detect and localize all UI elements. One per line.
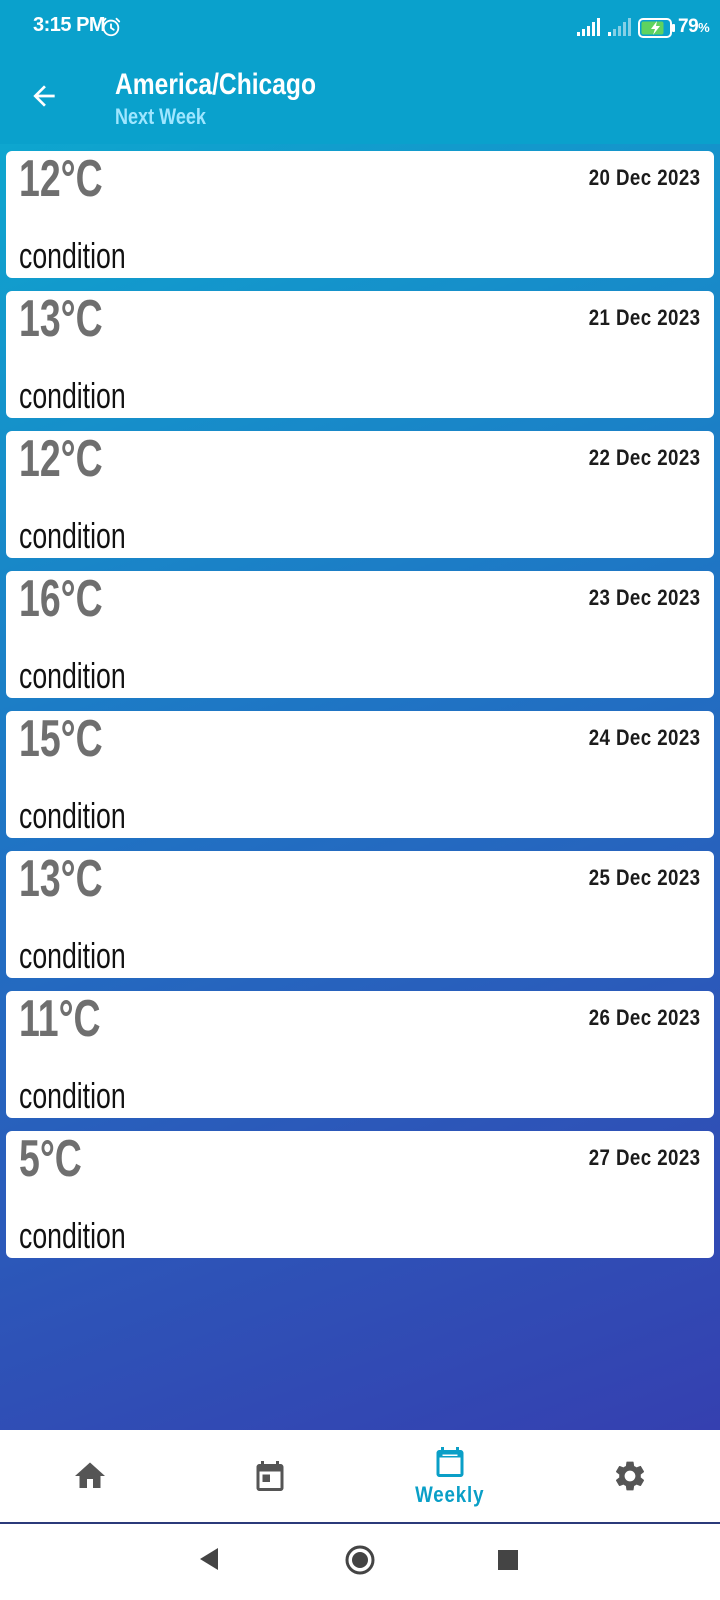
arrow-back-icon (33, 85, 55, 107)
calendar-icon (256, 1461, 284, 1491)
date-label: 22 Dec 2023 (588, 445, 700, 470)
forecast-card[interactable]: 13°C 21 Dec 2023 condition (6, 291, 714, 418)
condition-label: condition (19, 795, 126, 836)
temperature-label: 12°C (19, 150, 103, 208)
battery-charging-icon (638, 18, 675, 38)
forecast-card[interactable]: 11°C 26 Dec 2023 condition (6, 991, 714, 1118)
forecast-card[interactable]: 15°C 24 Dec 2023 condition (6, 711, 714, 838)
temperature-label: 5°C (19, 1130, 82, 1188)
status-bar: 3:15 PM 79% (0, 0, 720, 56)
temperature-label: 11°C (19, 990, 101, 1048)
date-label: 25 Dec 2023 (588, 865, 700, 890)
app-bar: America/Chicago Next Week (0, 56, 720, 144)
date-label: 26 Dec 2023 (588, 1005, 700, 1030)
page-subtitle: Next Week (115, 104, 206, 129)
home-icon (75, 1462, 105, 1488)
temperature-label: 13°C (19, 290, 103, 348)
system-back-icon[interactable] (196, 1544, 220, 1574)
settings-icon (615, 1461, 645, 1491)
date-label: 24 Dec 2023 (588, 725, 700, 750)
system-recent-apps-icon[interactable] (496, 1548, 520, 1572)
nav-settings[interactable] (540, 1430, 720, 1522)
forecast-card[interactable]: 13°C 25 Dec 2023 condition (6, 851, 714, 978)
forecast-card[interactable]: 5°C 27 Dec 2023 condition (6, 1131, 714, 1258)
temperature-label: 16°C (19, 570, 103, 628)
forecast-list[interactable]: 12°C 20 Dec 2023 condition 13°C 21 Dec 2… (6, 151, 714, 1271)
system-home-icon[interactable] (344, 1544, 376, 1576)
nav-home[interactable] (0, 1430, 180, 1522)
condition-label: condition (19, 235, 126, 276)
calendar-week-icon (436, 1447, 464, 1477)
temperature-label: 13°C (19, 850, 103, 908)
condition-label: condition (19, 935, 126, 976)
nav-weekly[interactable]: Weekly (360, 1430, 540, 1522)
date-label: 27 Dec 2023 (588, 1145, 700, 1170)
date-label: 23 Dec 2023 (588, 585, 700, 610)
status-time: 3:15 PM (33, 14, 106, 36)
condition-label: condition (19, 1075, 126, 1116)
condition-label: condition (19, 515, 126, 556)
date-label: 20 Dec 2023 (588, 165, 700, 190)
date-label: 21 Dec 2023 (588, 305, 700, 330)
nav-calendar[interactable] (180, 1430, 360, 1522)
signal-icon (577, 18, 600, 36)
forecast-content: 12°C 20 Dec 2023 condition 13°C 21 Dec 2… (0, 144, 720, 1430)
forecast-card[interactable]: 12°C 22 Dec 2023 condition (6, 431, 714, 558)
back-button[interactable] (22, 74, 66, 118)
signal-icon (608, 18, 631, 36)
system-navigation (0, 1524, 720, 1600)
condition-label: condition (19, 1215, 126, 1256)
page-title: America/Chicago (115, 68, 316, 101)
forecast-card[interactable]: 16°C 23 Dec 2023 condition (6, 571, 714, 698)
alarm-icon (101, 17, 121, 37)
temperature-label: 15°C (19, 710, 103, 768)
battery-percent: 79% (678, 16, 710, 37)
forecast-card[interactable]: 12°C 20 Dec 2023 condition (6, 151, 714, 278)
nav-weekly-label: Weekly (415, 1482, 485, 1507)
condition-label: condition (19, 375, 126, 416)
condition-label: condition (19, 655, 126, 696)
bottom-navigation: Weekly (0, 1430, 720, 1524)
temperature-label: 12°C (19, 430, 103, 488)
